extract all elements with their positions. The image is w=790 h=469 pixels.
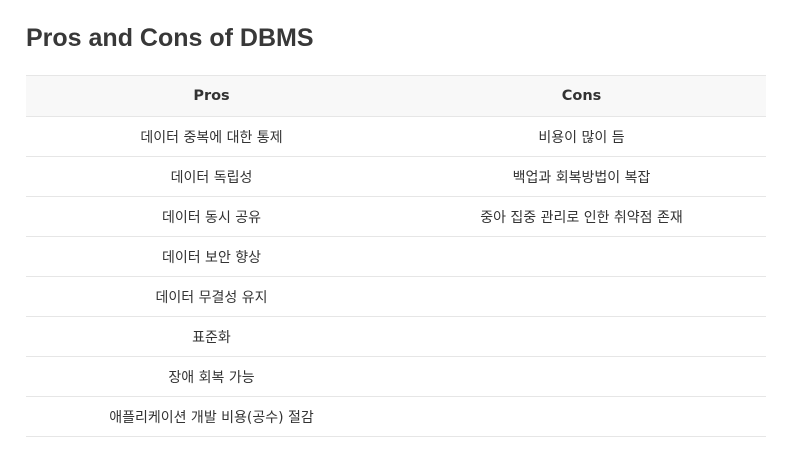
cons-cell: [397, 277, 766, 317]
table-header: Pros Cons: [26, 75, 766, 117]
table-row: 애플리케이션 개발 비용(공수) 절감: [26, 397, 766, 437]
pros-cons-table: Pros Cons 데이터 중복에 대한 통제 비용이 많이 듬 데이터 독립성…: [26, 75, 766, 437]
cons-cell: [397, 397, 766, 437]
header-cons: Cons: [561, 88, 602, 104]
pros-cell: 데이터 보안 향상: [161, 249, 262, 266]
table-row: 장애 회복 가능: [26, 357, 766, 397]
page-title: Pros and Cons of DBMS: [26, 24, 314, 52]
table-row: 데이터 독립성 백업과 회복방법이 복잡: [26, 157, 766, 197]
cons-cell: [397, 237, 766, 277]
pros-cell: 데이터 중복에 대한 통제: [140, 129, 283, 146]
comparison-table-container: Pros Cons 데이터 중복에 대한 통제 비용이 많이 듬 데이터 독립성…: [26, 75, 766, 437]
pros-cell: 데이터 독립성: [170, 169, 253, 186]
table-body: 데이터 중복에 대한 통제 비용이 많이 듬 데이터 독립성 백업과 회복방법이…: [26, 117, 766, 437]
pros-cell: 애플리케이션 개발 비용(공수) 절감: [109, 409, 314, 426]
cons-cell: 백업과 회복방법이 복잡: [512, 169, 651, 186]
table-row: 데이터 동시 공유 중아 집중 관리로 인한 취약점 존재: [26, 197, 766, 237]
header-row: Pros Cons: [26, 75, 766, 117]
table-row: 데이터 중복에 대한 통제 비용이 많이 듬: [26, 117, 766, 157]
cons-cell: [397, 317, 766, 357]
pros-cell: 데이터 동시 공유: [161, 209, 262, 226]
cons-cell: 비용이 많이 듬: [538, 129, 625, 146]
table-row: 표준화: [26, 317, 766, 357]
table-row: 데이터 보안 향상: [26, 237, 766, 277]
header-pros: Pros: [193, 88, 230, 104]
cons-cell: 중아 집중 관리로 인한 취약점 존재: [480, 209, 683, 226]
cons-cell: [397, 357, 766, 397]
table-row: 데이터 무결성 유지: [26, 277, 766, 317]
pros-cell: 데이터 무결성 유지: [155, 289, 268, 306]
pros-cell: 장애 회복 가능: [168, 369, 255, 386]
pros-cell: 표준화: [192, 329, 231, 346]
